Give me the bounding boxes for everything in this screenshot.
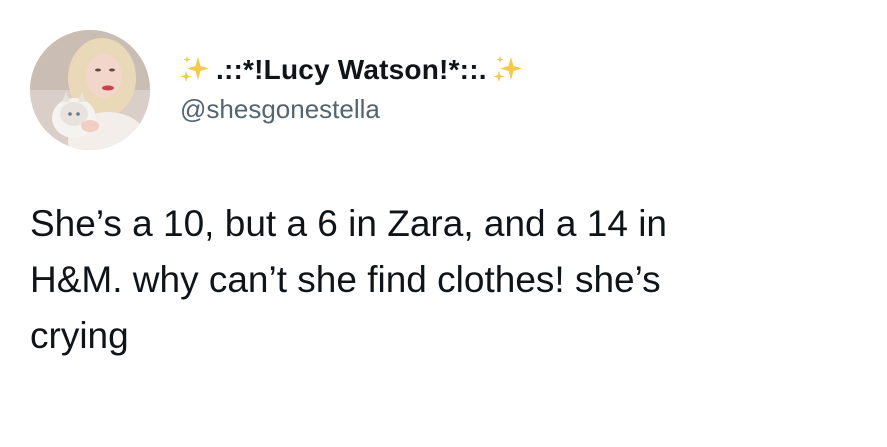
tweet-body-text: She’s a 10, but a 6 in Zara, and a 14 in… <box>30 203 667 356</box>
display-name-row[interactable]: .::*!Lucy Watson!*::. <box>178 50 525 90</box>
sparkles-icon <box>491 53 525 87</box>
author-identity: .::*!Lucy Watson!*::. @shesgonestella <box>178 50 525 125</box>
user-handle[interactable]: @shesgonestella <box>180 94 525 125</box>
avatar[interactable] <box>30 30 150 150</box>
tweet-card: .::*!Lucy Watson!*::. @shesgonestella Sh… <box>0 0 887 447</box>
avatar-image <box>30 30 150 150</box>
display-name[interactable]: .::*!Lucy Watson!*::. <box>216 54 487 86</box>
tweet-header: .::*!Lucy Watson!*::. @shesgonestella <box>30 30 525 150</box>
sparkles-icon <box>178 53 212 87</box>
